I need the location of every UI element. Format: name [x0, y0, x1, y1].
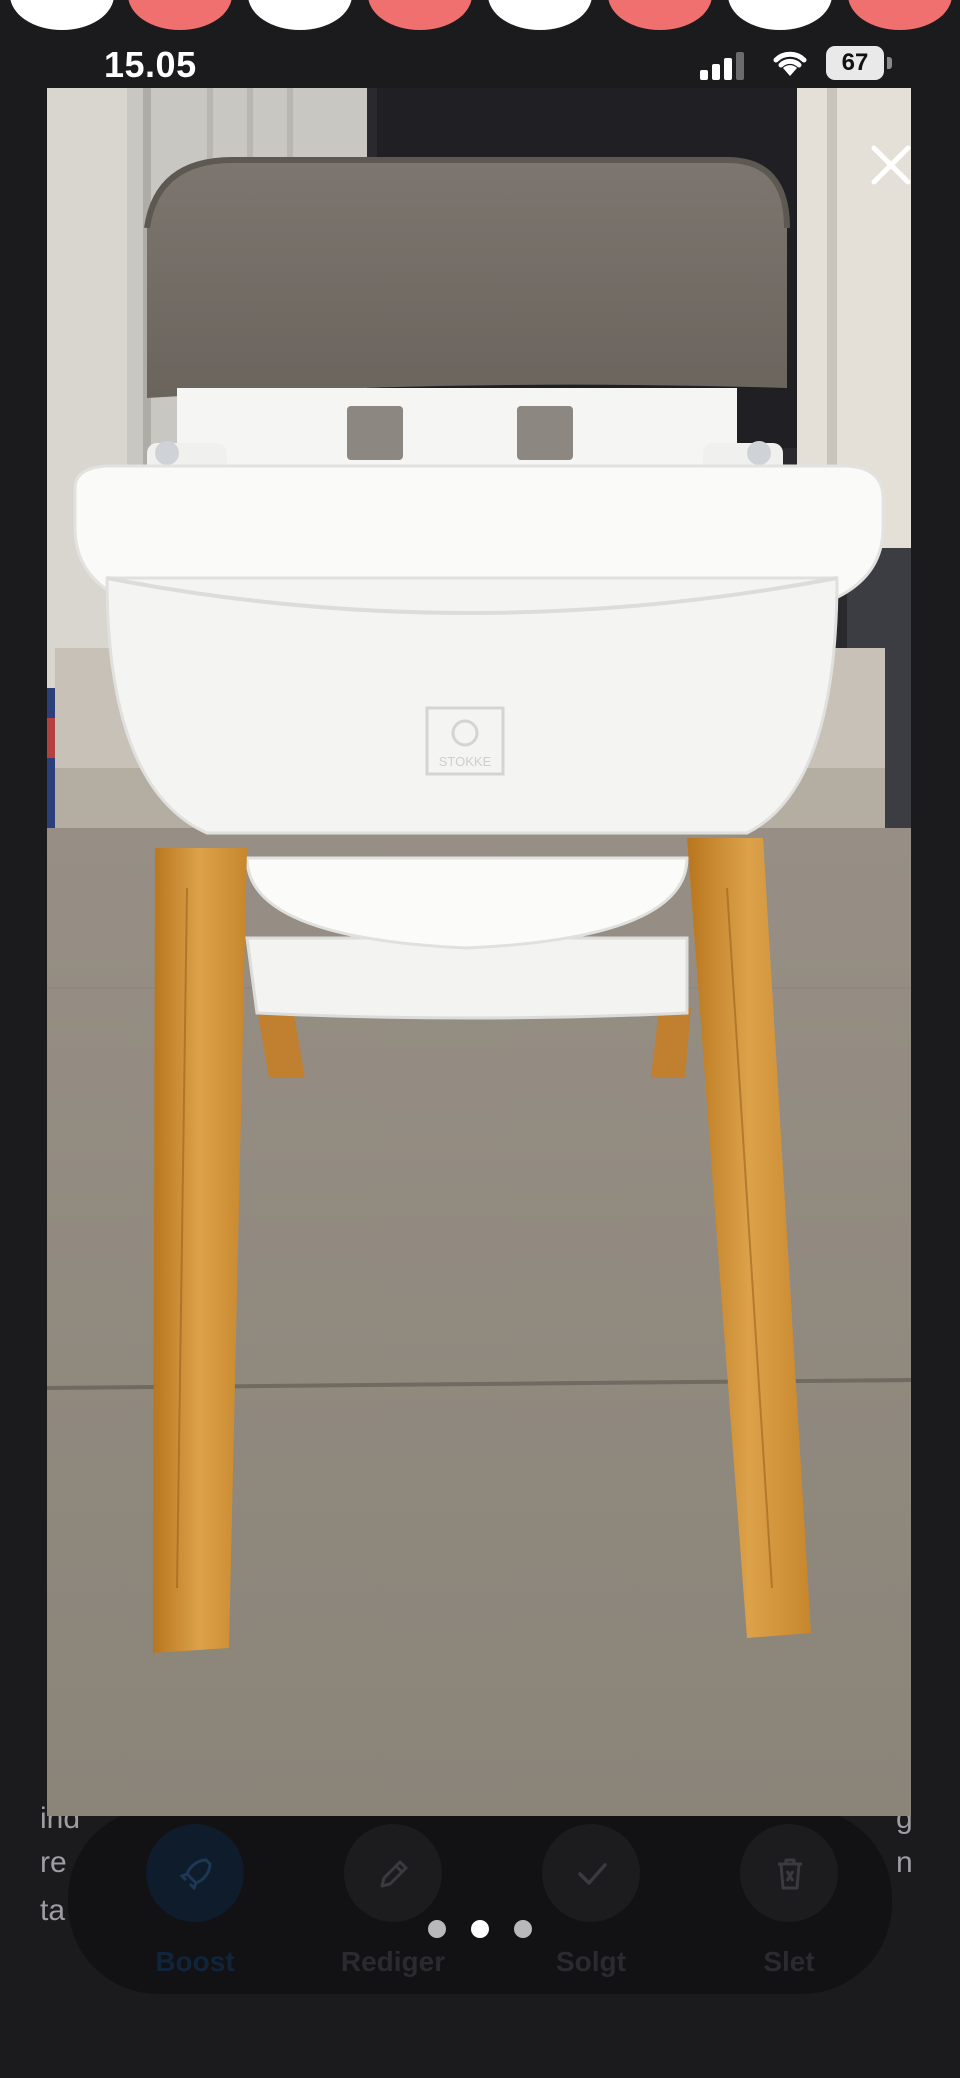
trash-icon	[778, 1858, 802, 1890]
description-fragment: re	[40, 1846, 67, 1879]
listing-action-bar: Boost Rediger Solgt Slet	[68, 1808, 892, 1994]
delete-button[interactable]: Slet	[714, 1824, 864, 1978]
pager-dot[interactable]	[514, 1920, 532, 1938]
checkmark-icon	[578, 1863, 607, 1885]
description-fragment: ta	[40, 1894, 66, 1927]
boost-button[interactable]: Boost	[120, 1824, 270, 1978]
listing-photo[interactable]: STOKKE	[47, 88, 911, 1816]
close-viewer-button[interactable]	[862, 136, 920, 194]
mark-sold-button[interactable]: Solgt	[516, 1824, 666, 1978]
pager-dot-active[interactable]	[471, 1920, 489, 1938]
pencil-icon	[380, 1860, 408, 1888]
delete-label: Slet	[763, 1946, 815, 1977]
edit-label: Rediger	[340, 1946, 446, 1977]
close-icon	[871, 145, 911, 185]
pager-dot[interactable]	[428, 1920, 446, 1938]
description-fragment: n	[896, 1846, 913, 1879]
brand-mark: STOKKE	[439, 754, 492, 769]
edit-button[interactable]: Rediger	[318, 1824, 468, 1978]
rocket-icon	[179, 1858, 212, 1891]
photo-pager	[420, 1920, 540, 1940]
mark-sold-label: Solgt	[556, 1946, 626, 1977]
high-chair-photo: STOKKE	[47, 88, 911, 1816]
boost-label: Boost	[155, 1946, 235, 1977]
